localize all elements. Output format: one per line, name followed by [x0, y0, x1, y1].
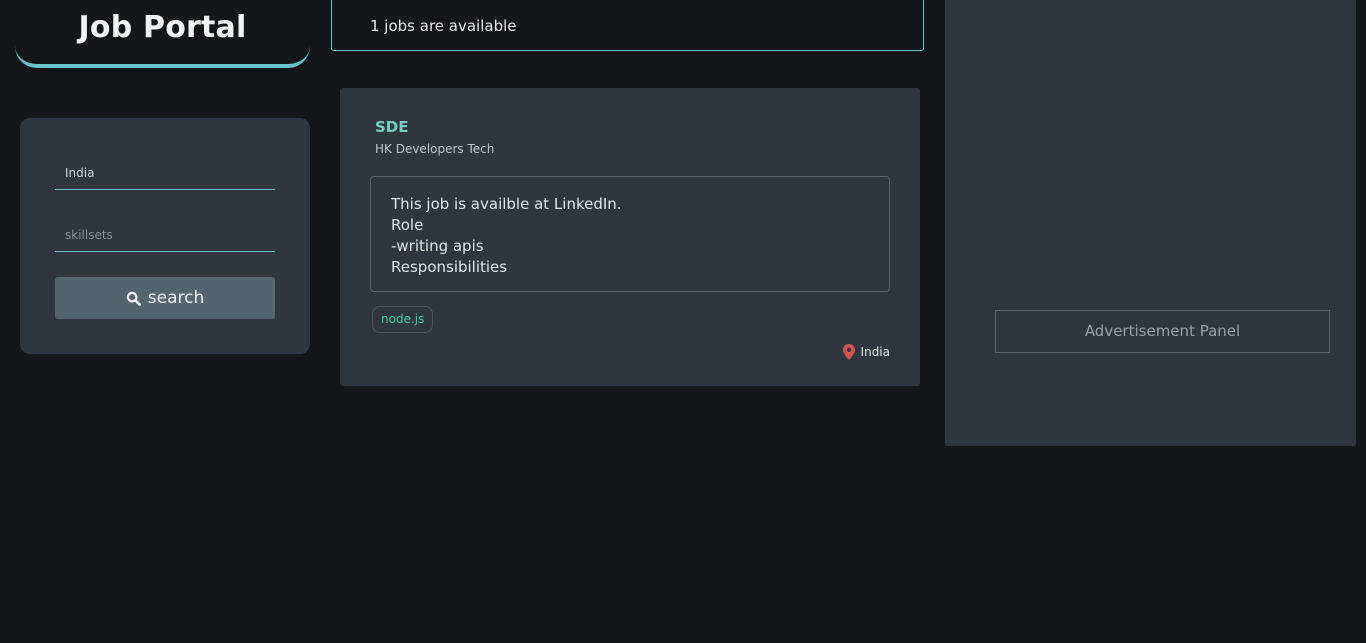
- skill-tag: node.js: [372, 306, 434, 333]
- advertisement-panel: Advertisement Panel: [945, 0, 1356, 446]
- job-description-line: -writing apis: [391, 237, 484, 255]
- search-button-label: search: [147, 288, 205, 308]
- job-company: HK Developers Tech: [375, 142, 495, 156]
- job-card[interactable]: SDE HK Developers Tech This job is avail…: [340, 88, 920, 386]
- job-title[interactable]: SDE: [375, 118, 409, 136]
- job-location-label: India: [860, 345, 890, 359]
- portal-title: Job Portal: [78, 10, 247, 45]
- map-pin-icon: [842, 344, 855, 360]
- search-panel: search: [20, 118, 310, 354]
- availability-banner: 1 jobs are available: [331, 0, 924, 51]
- search-button[interactable]: search: [55, 277, 275, 319]
- job-description: This job is availble at LinkedIn. Role -…: [370, 176, 890, 292]
- job-portal-page: Job Portal search 1 jobs are available S…: [0, 0, 1366, 643]
- location-input[interactable]: [55, 156, 275, 190]
- job-description-line: This job is availble at LinkedIn.: [391, 195, 622, 213]
- job-description-line: Role: [391, 216, 424, 234]
- portal-logo: Job Portal: [15, 0, 310, 68]
- skills-input[interactable]: [55, 218, 275, 252]
- job-location: India: [842, 344, 890, 360]
- search-icon: [126, 291, 141, 306]
- advertisement-label: Advertisement Panel: [995, 310, 1330, 353]
- job-description-line: Responsibilities: [391, 258, 508, 276]
